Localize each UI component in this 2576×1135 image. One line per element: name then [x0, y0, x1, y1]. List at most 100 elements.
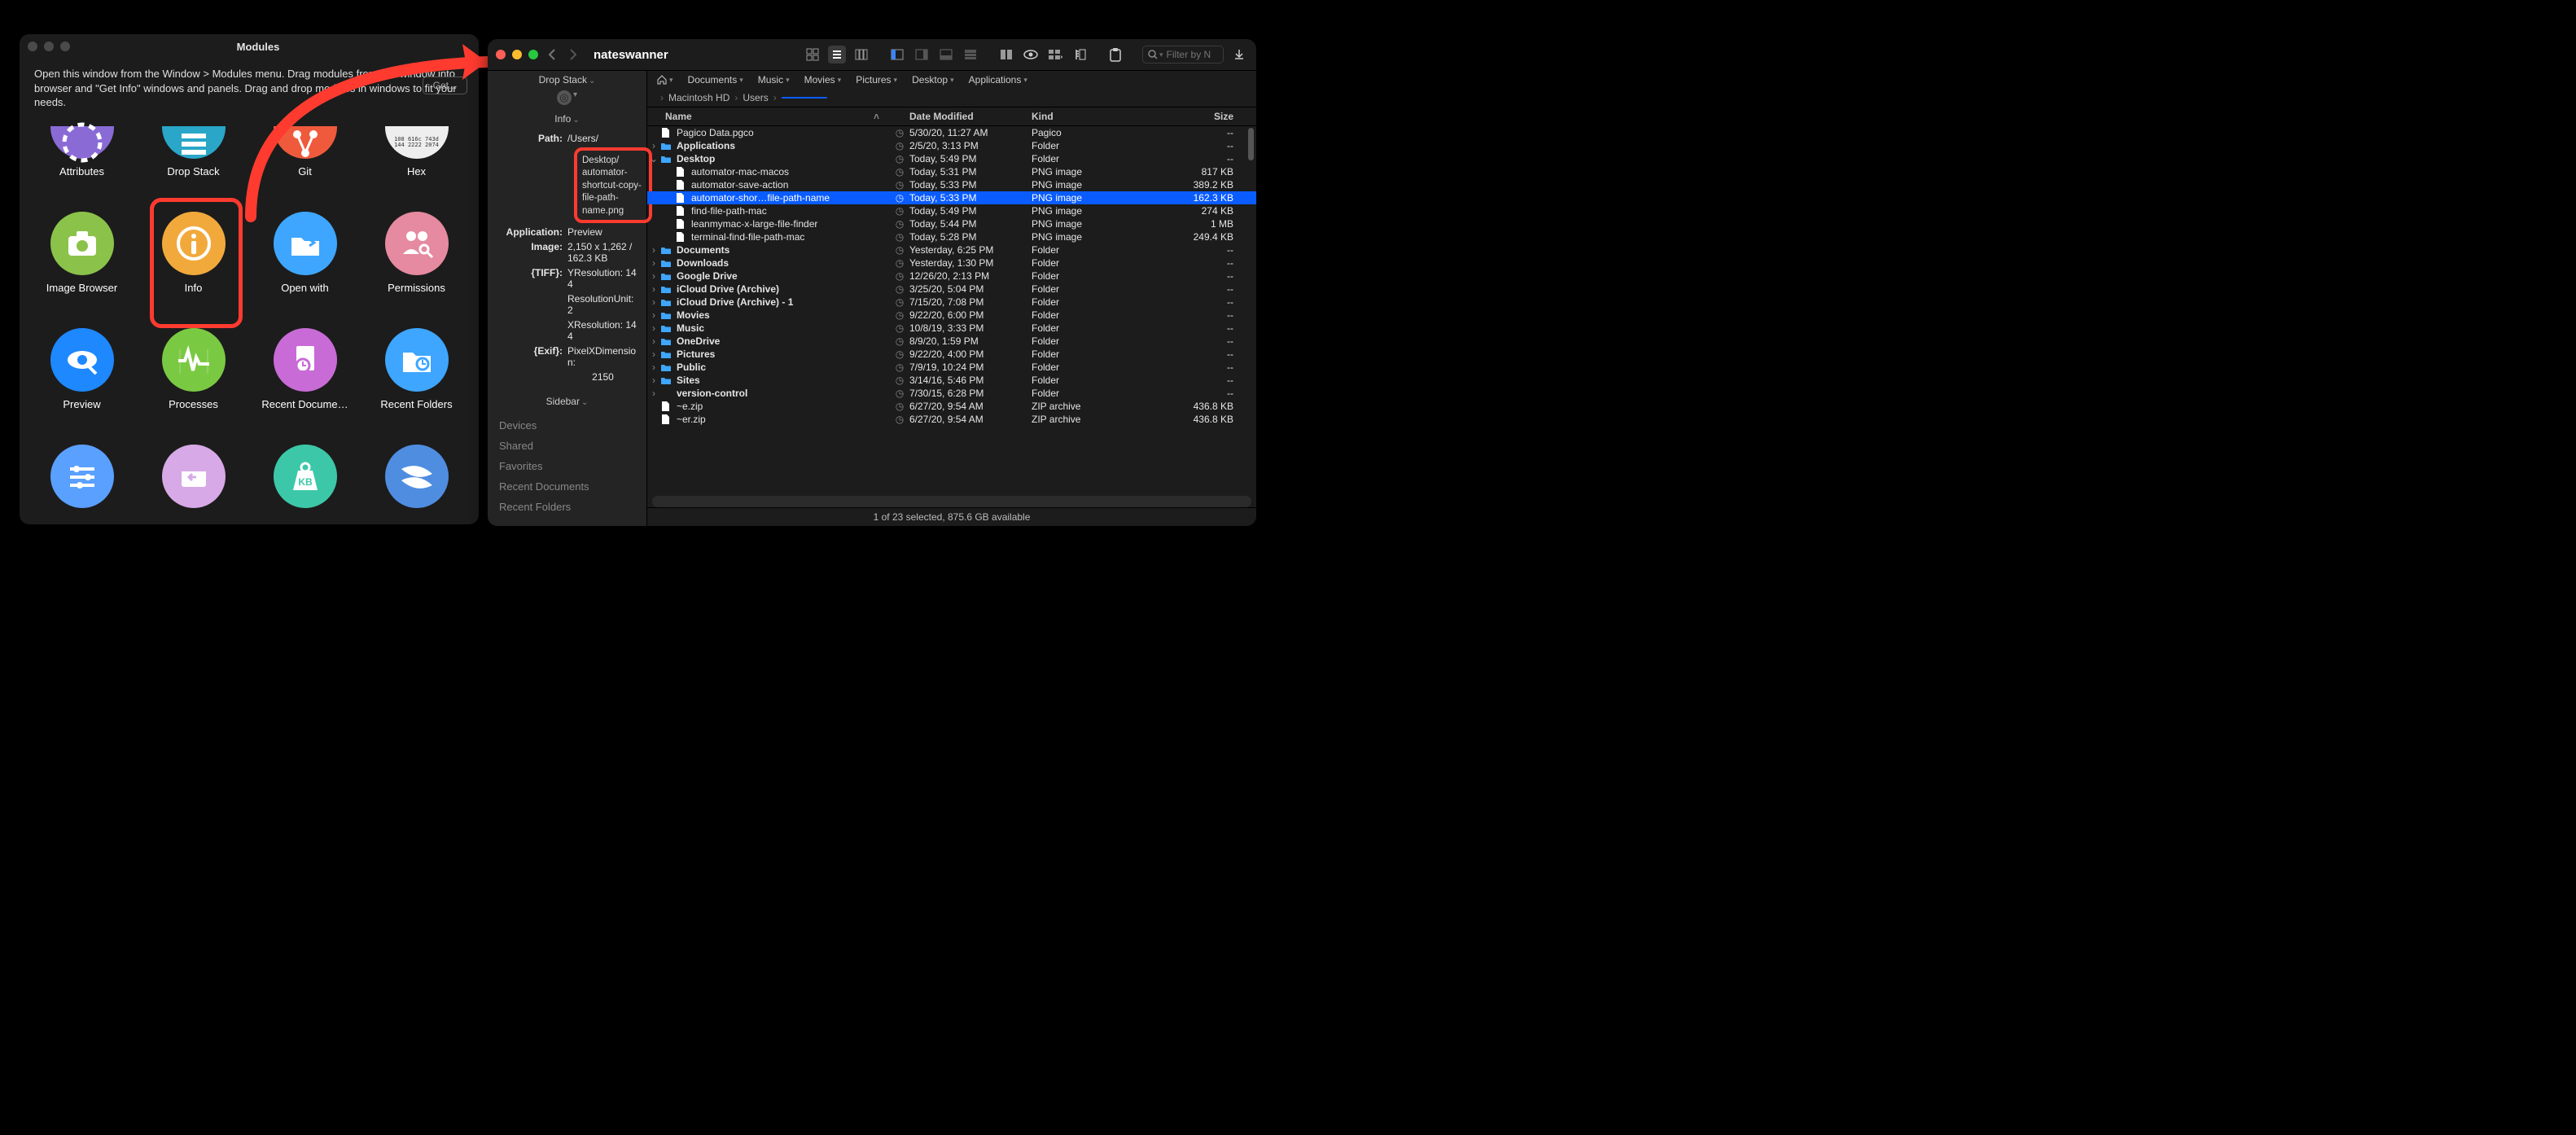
- horizontal-scroll-track[interactable]: [652, 496, 1251, 507]
- disclosure-triangle-icon[interactable]: ›: [647, 140, 660, 151]
- panel-stack-icon[interactable]: [962, 46, 979, 64]
- module-recent-folder[interactable]: Recent Folders: [361, 328, 472, 427]
- bc-seg-0[interactable]: Macintosh HD: [668, 92, 729, 103]
- zoom-button[interactable]: [528, 50, 538, 59]
- file-row[interactable]: ~e.zip◷6/27/20, 9:54 AMZIP archive436.8 …: [647, 400, 1256, 413]
- drop-stack-cog-icon[interactable]: ◎: [557, 90, 572, 105]
- module-weight[interactable]: KB: [249, 445, 361, 524]
- file-row[interactable]: leanmymac-x-large-file-finder◷Today, 5:4…: [647, 217, 1256, 230]
- compress-icon[interactable]: [1071, 46, 1089, 64]
- minimize-button[interactable]: [512, 50, 522, 59]
- disclosure-triangle-icon[interactable]: ›: [647, 335, 660, 347]
- disclosure-triangle-icon[interactable]: ›: [647, 388, 660, 399]
- file-row[interactable]: ›Applications◷2/5/20, 3:13 PMFolder--: [647, 139, 1256, 152]
- fav-documents[interactable]: Documents▾: [688, 74, 743, 85]
- module-camera[interactable]: Image Browser: [26, 212, 138, 310]
- sidebar-left-icon[interactable]: [888, 46, 906, 64]
- file-row[interactable]: ›Music◷10/8/19, 3:33 PMFolder--: [647, 322, 1256, 335]
- file-row[interactable]: find-file-path-mac◷Today, 5:49 PMPNG ima…: [647, 204, 1256, 217]
- file-row[interactable]: ›Pictures◷9/22/20, 4:00 PMFolder--: [647, 348, 1256, 361]
- col-size[interactable]: Size: [1137, 111, 1256, 122]
- dual-pane-icon[interactable]: [997, 46, 1015, 64]
- module-eye[interactable]: Preview: [26, 328, 138, 427]
- module-drop-stack[interactable]: Drop Stack: [138, 126, 249, 194]
- file-row[interactable]: Pagico Data.pgco◷5/30/20, 11:27 AMPagico…: [647, 126, 1256, 139]
- col-modified[interactable]: Date Modified: [909, 111, 1032, 122]
- module-folder-open[interactable]: Open with: [249, 212, 361, 310]
- view-list-icon[interactable]: [828, 46, 846, 64]
- disclosure-triangle-icon[interactable]: ›: [647, 309, 660, 321]
- disclosure-triangle-icon[interactable]: ›: [647, 375, 660, 386]
- fav-applications[interactable]: Applications▾: [969, 74, 1027, 85]
- sidebar-item-recent-documents[interactable]: Recent Documents: [488, 476, 646, 497]
- bc-current[interactable]: [782, 97, 827, 99]
- file-row[interactable]: ›Google Drive◷12/26/20, 2:13 PMFolder--: [647, 270, 1256, 283]
- fav-movies[interactable]: Movies▾: [804, 74, 842, 85]
- group-icon[interactable]: [1046, 46, 1064, 64]
- bc-seg-1[interactable]: Users: [743, 92, 768, 103]
- sidebar-item-recent-folders[interactable]: Recent Folders: [488, 497, 646, 517]
- sidebar-item-favorites[interactable]: Favorites: [488, 456, 646, 476]
- view-icon-grid[interactable]: [804, 46, 821, 64]
- col-kind[interactable]: Kind: [1032, 111, 1137, 122]
- view-columns-icon[interactable]: [852, 46, 870, 64]
- module-people-key[interactable]: Permissions: [361, 212, 472, 310]
- module-recent-doc[interactable]: Recent Docume…: [249, 328, 361, 427]
- col-name[interactable]: Name ˄: [647, 111, 890, 122]
- file-row[interactable]: ›OneDrive◷8/9/20, 1:59 PMFolder--: [647, 335, 1256, 348]
- file-row[interactable]: ›Downloads◷Yesterday, 1:30 PMFolder--: [647, 256, 1256, 270]
- disclosure-triangle-icon[interactable]: ›: [647, 296, 660, 308]
- file-row[interactable]: automator-save-action◷Today, 5:33 PMPNG …: [647, 178, 1256, 191]
- module-spiral[interactable]: [361, 445, 472, 524]
- sidebar-right-icon[interactable]: [913, 46, 931, 64]
- file-row[interactable]: ›Public◷7/9/19, 10:24 PMFolder--: [647, 361, 1256, 374]
- module-attributes[interactable]: Attributes: [26, 126, 138, 194]
- file-row[interactable]: ›version-control◷7/30/15, 6:28 PMFolder-…: [647, 387, 1256, 400]
- nav-back-button[interactable]: [545, 47, 559, 62]
- file-row[interactable]: ›Movies◷9/22/20, 6:00 PMFolder--: [647, 309, 1256, 322]
- disclosure-triangle-icon[interactable]: ›: [647, 362, 660, 373]
- file-row[interactable]: automator-shor…file-path-name◷Today, 5:3…: [647, 191, 1256, 204]
- disclosure-triangle-icon[interactable]: ›: [647, 270, 660, 282]
- close-button[interactable]: [496, 50, 506, 59]
- disclosure-triangle-icon[interactable]: ›: [647, 244, 660, 256]
- file-row[interactable]: ›iCloud Drive (Archive) - 1◷7/15/20, 7:0…: [647, 296, 1256, 309]
- module-activity[interactable]: Processes: [138, 328, 249, 427]
- module-info[interactable]: Info: [138, 212, 249, 310]
- search-input[interactable]: [1165, 48, 1217, 61]
- file-row[interactable]: terminal-find-file-path-mac◷Today, 5:28 …: [647, 230, 1256, 243]
- disclosure-triangle-icon[interactable]: ›: [647, 283, 660, 295]
- panel-bottom-icon[interactable]: [937, 46, 955, 64]
- file-list[interactable]: Pagico Data.pgco◷5/30/20, 11:27 AMPagico…: [647, 126, 1256, 496]
- module-sliders[interactable]: [26, 445, 138, 524]
- module-hex[interactable]: 108 616c 743d144 2222 2074Hex: [361, 126, 472, 194]
- sidebar-header[interactable]: Sidebar⌄: [488, 392, 646, 410]
- file-row[interactable]: ›Sites◷3/14/16, 5:46 PMFolder--: [647, 374, 1256, 387]
- file-row[interactable]: automator-mac-macos◷Today, 5:31 PMPNG im…: [647, 165, 1256, 178]
- fav-music[interactable]: Music▾: [758, 74, 790, 85]
- download-icon[interactable]: [1230, 46, 1248, 64]
- close-dot[interactable]: [28, 42, 37, 51]
- search-box[interactable]: ▾: [1142, 46, 1224, 64]
- sidebar-item-devices[interactable]: Devices: [488, 415, 646, 436]
- get-button[interactable]: Get...: [423, 77, 467, 94]
- module-app-window[interactable]: [138, 445, 249, 524]
- file-row[interactable]: ›iCloud Drive (Archive)◷3/25/20, 5:04 PM…: [647, 283, 1256, 296]
- disclosure-triangle-icon[interactable]: ›: [647, 322, 660, 334]
- clipboard-icon[interactable]: [1106, 46, 1124, 64]
- disclosure-triangle-icon[interactable]: ⌄: [647, 153, 660, 164]
- disclosure-triangle-icon[interactable]: ›: [647, 257, 660, 269]
- file-row[interactable]: ›Documents◷Yesterday, 6:25 PMFolder--: [647, 243, 1256, 256]
- info-header[interactable]: Info⌄: [488, 110, 646, 128]
- file-row[interactable]: ⌄Desktop◷Today, 5:49 PMFolder--: [647, 152, 1256, 165]
- module-git[interactable]: Git: [249, 126, 361, 194]
- sidebar-item-shared[interactable]: Shared: [488, 436, 646, 456]
- drop-stack-header[interactable]: Drop Stack⌄: [488, 71, 646, 89]
- preview-eye-icon[interactable]: [1022, 46, 1040, 64]
- nav-forward-button[interactable]: [566, 47, 580, 62]
- home-icon[interactable]: ▾: [657, 75, 673, 85]
- fav-pictures[interactable]: Pictures▾: [856, 74, 897, 85]
- file-row[interactable]: ~er.zip◷6/27/20, 9:54 AMZIP archive436.8…: [647, 413, 1256, 426]
- fav-desktop[interactable]: Desktop▾: [912, 74, 954, 85]
- disclosure-triangle-icon[interactable]: ›: [647, 348, 660, 360]
